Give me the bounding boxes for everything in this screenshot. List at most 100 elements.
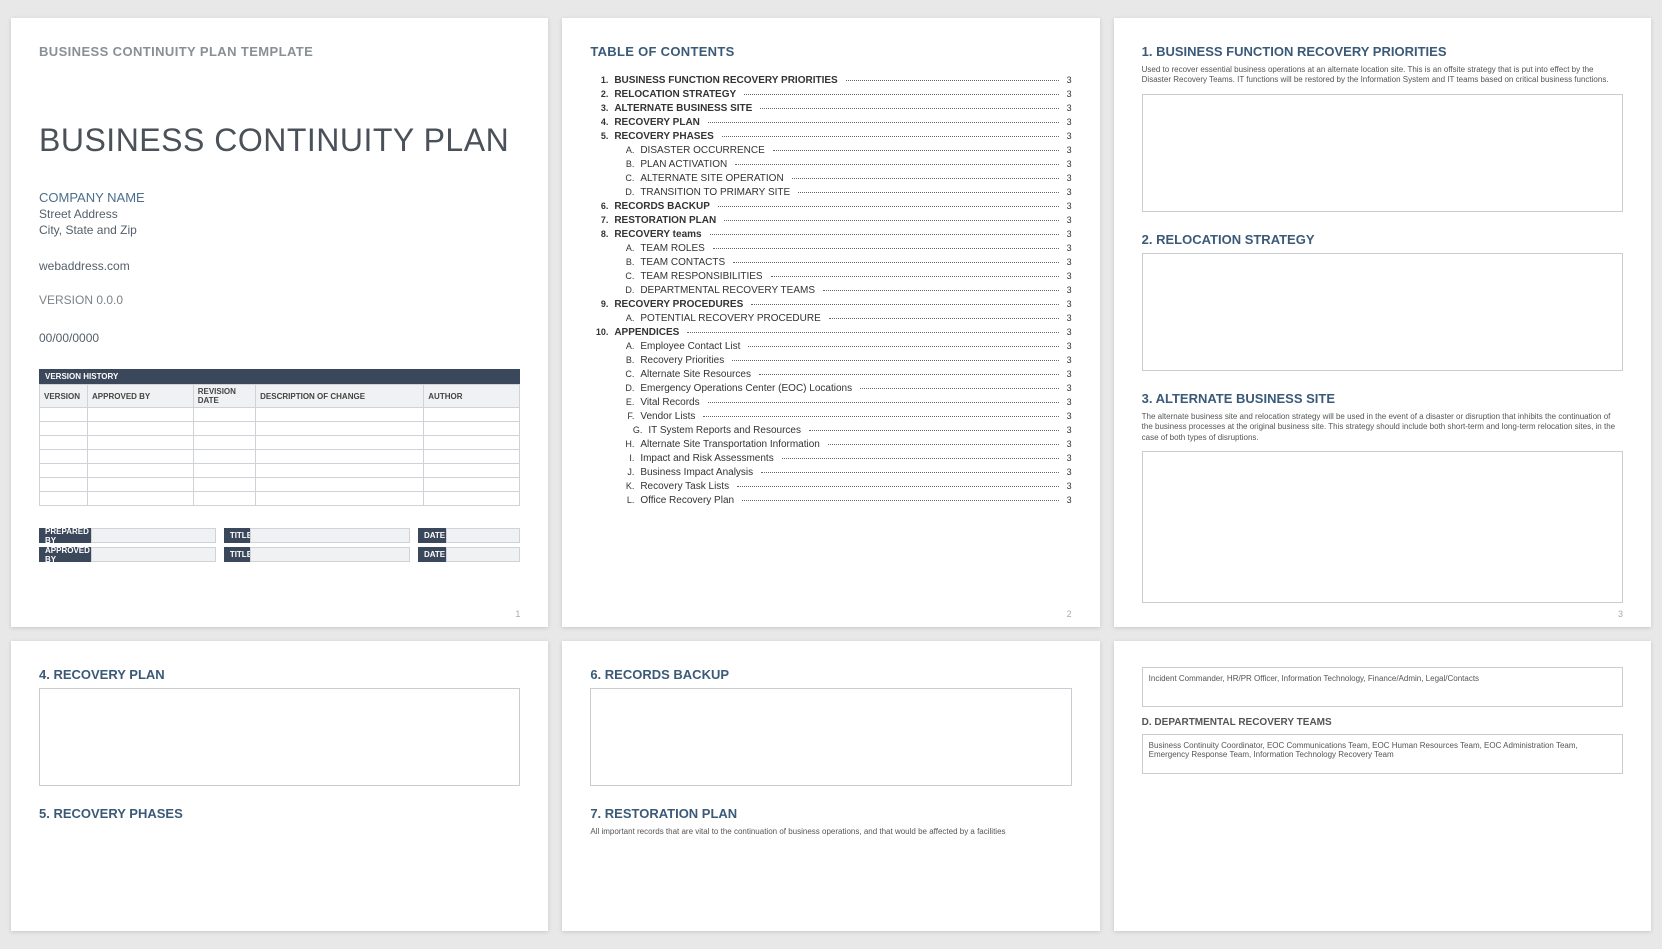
table-row (40, 478, 520, 492)
subsection-d-heading: D. DEPARTMENTAL RECOVERY TEAMS (1142, 717, 1623, 728)
toc-number: F. (598, 411, 634, 421)
toc-entry[interactable]: B.Recovery Priorities3 (590, 355, 1071, 366)
toc-page: 3 (1067, 285, 1072, 295)
approved-by-field[interactable] (91, 547, 216, 562)
toc-leader-dots (703, 416, 1058, 417)
toc-entry[interactable]: K.Recovery Task Lists3 (590, 481, 1071, 492)
toc-entry[interactable]: L.Office Recovery Plan3 (590, 495, 1071, 506)
toc-entry[interactable]: 10.APPENDICES3 (590, 327, 1071, 338)
toc-entry[interactable]: G.IT System Reports and Resources3 (590, 425, 1071, 436)
toc-entry[interactable]: I.Impact and Risk Assessments3 (590, 453, 1071, 464)
toc-leader-dots (748, 346, 1058, 347)
toc-entry[interactable]: D.DEPARTMENTAL RECOVERY TEAMS3 (590, 285, 1071, 296)
version-history-title: VERSION HISTORY (39, 369, 520, 384)
page-3: 1. BUSINESS FUNCTION RECOVERY PRIORITIES… (1114, 18, 1651, 627)
toc-label: Recovery Task Lists (640, 481, 729, 492)
toc-entry[interactable]: D.TRANSITION TO PRIMARY SITE3 (590, 187, 1071, 198)
toc-entry[interactable]: E.Vital Records3 (590, 397, 1071, 408)
toc-number: 3. (590, 103, 608, 113)
toc-entry[interactable]: A.Employee Contact List3 (590, 341, 1071, 352)
toc-page: 3 (1067, 257, 1072, 267)
toc-label: Impact and Risk Assessments (640, 453, 773, 464)
toc-label: Office Recovery Plan (640, 495, 734, 506)
table-row (40, 492, 520, 506)
section-1-desc: Used to recover essential business opera… (1142, 65, 1623, 86)
toc-number: E. (598, 397, 634, 407)
toc-entry[interactable]: A.POTENTIAL RECOVERY PROCEDURE3 (590, 313, 1071, 324)
toc-entry[interactable]: 3.ALTERNATE BUSINESS SITE3 (590, 103, 1071, 114)
date-field-2[interactable] (446, 547, 520, 562)
version-label: VERSION 0.0.0 (39, 293, 520, 307)
toc-entry[interactable]: 8.RECOVERY teams3 (590, 229, 1071, 240)
date-field[interactable] (446, 528, 520, 543)
toc-number: B. (598, 355, 634, 365)
toc-entry[interactable]: C.Alternate Site Resources3 (590, 369, 1071, 380)
toc-entry[interactable]: 7.RESTORATION PLAN3 (590, 215, 1071, 226)
departmental-teams-box[interactable]: Business Continuity Coordinator, EOC Com… (1142, 734, 1623, 774)
toc-entry[interactable]: D.Emergency Operations Center (EOC) Loca… (590, 383, 1071, 394)
toc-entry[interactable]: 9.RECOVERY PROCEDURES3 (590, 299, 1071, 310)
toc-label: Alternate Site Resources (640, 369, 751, 380)
toc-label: RECORDS BACKUP (614, 201, 710, 212)
toc-entry[interactable]: 4.RECOVERY PLAN3 (590, 117, 1071, 128)
toc-entry[interactable]: C.TEAM RESPONSIBILITIES3 (590, 271, 1071, 282)
toc-number: D. (598, 187, 634, 197)
toc-leader-dots (708, 122, 1059, 123)
prepared-by-field[interactable] (91, 528, 216, 543)
toc-entry[interactable]: 1.BUSINESS FUNCTION RECOVERY PRIORITIES3 (590, 75, 1071, 86)
template-label: BUSINESS CONTINUITY PLAN TEMPLATE (39, 44, 520, 59)
section-1-content-box[interactable] (1142, 94, 1623, 212)
toc-number: C. (598, 173, 634, 183)
toc-page: 3 (1067, 103, 1072, 113)
toc-entry[interactable]: 6.RECORDS BACKUP3 (590, 201, 1071, 212)
toc-number: J. (598, 467, 634, 477)
section-3-content-box[interactable] (1142, 451, 1623, 603)
title-field[interactable] (250, 528, 410, 543)
section-6-content-box[interactable] (590, 688, 1071, 786)
toc-page: 3 (1067, 383, 1072, 393)
toc-label: RECOVERY PHASES (614, 131, 713, 142)
toc-number: A. (598, 341, 634, 351)
toc-page: 3 (1067, 159, 1072, 169)
prepared-by-label: PREPARED BY (39, 528, 91, 543)
section-2-content-box[interactable] (1142, 253, 1623, 371)
toc-number: K. (598, 481, 634, 491)
page-number: 1 (515, 609, 520, 619)
toc-leader-dots (761, 472, 1058, 473)
toc-entry[interactable]: 5.RECOVERY PHASES3 (590, 131, 1071, 142)
toc-heading: TABLE OF CONTENTS (590, 44, 1071, 59)
toc-entry[interactable]: C.ALTERNATE SITE OPERATION3 (590, 173, 1071, 184)
toc-entry[interactable]: H.Alternate Site Transportation Informat… (590, 439, 1071, 450)
toc-number: A. (598, 313, 634, 323)
page-1-cover: BUSINESS CONTINUITY PLAN TEMPLATE BUSINE… (11, 18, 548, 627)
toc-list: 1.BUSINESS FUNCTION RECOVERY PRIORITIES3… (590, 75, 1071, 506)
company-name: COMPANY NAME (39, 190, 520, 205)
section-4-content-box[interactable] (39, 688, 520, 786)
toc-entry[interactable]: B.PLAN ACTIVATION3 (590, 159, 1071, 170)
section-3-desc: The alternate business site and relocati… (1142, 412, 1623, 443)
toc-leader-dots (846, 80, 1059, 81)
toc-entry[interactable]: A.TEAM ROLES3 (590, 243, 1071, 254)
toc-page: 3 (1067, 89, 1072, 99)
team-roles-box[interactable]: Incident Commander, HR/PR Officer, Infor… (1142, 667, 1623, 707)
toc-entry[interactable]: 2.RELOCATION STRATEGY3 (590, 89, 1071, 100)
title-field-2[interactable] (250, 547, 410, 562)
toc-page: 3 (1067, 299, 1072, 309)
toc-page: 3 (1067, 187, 1072, 197)
toc-leader-dots (713, 248, 1059, 249)
toc-page: 3 (1067, 439, 1072, 449)
toc-number: C. (598, 271, 634, 281)
title-label-2: TITLE (224, 547, 250, 562)
vh-col-revdate: REVISION DATE (193, 385, 255, 408)
toc-entry[interactable]: B.TEAM CONTACTS3 (590, 257, 1071, 268)
toc-entry[interactable]: J.Business Impact Analysis3 (590, 467, 1071, 478)
toc-entry[interactable]: A.DISASTER OCCURRENCE3 (590, 145, 1071, 156)
toc-page: 3 (1067, 229, 1072, 239)
toc-entry[interactable]: F.Vendor Lists3 (590, 411, 1071, 422)
toc-label: RECOVERY PROCEDURES (614, 299, 743, 310)
toc-number: 7. (590, 215, 608, 225)
vh-col-desc: DESCRIPTION OF CHANGE (256, 385, 424, 408)
toc-leader-dots (708, 402, 1059, 403)
toc-label: POTENTIAL RECOVERY PROCEDURE (640, 313, 820, 324)
toc-number: H. (598, 439, 634, 449)
